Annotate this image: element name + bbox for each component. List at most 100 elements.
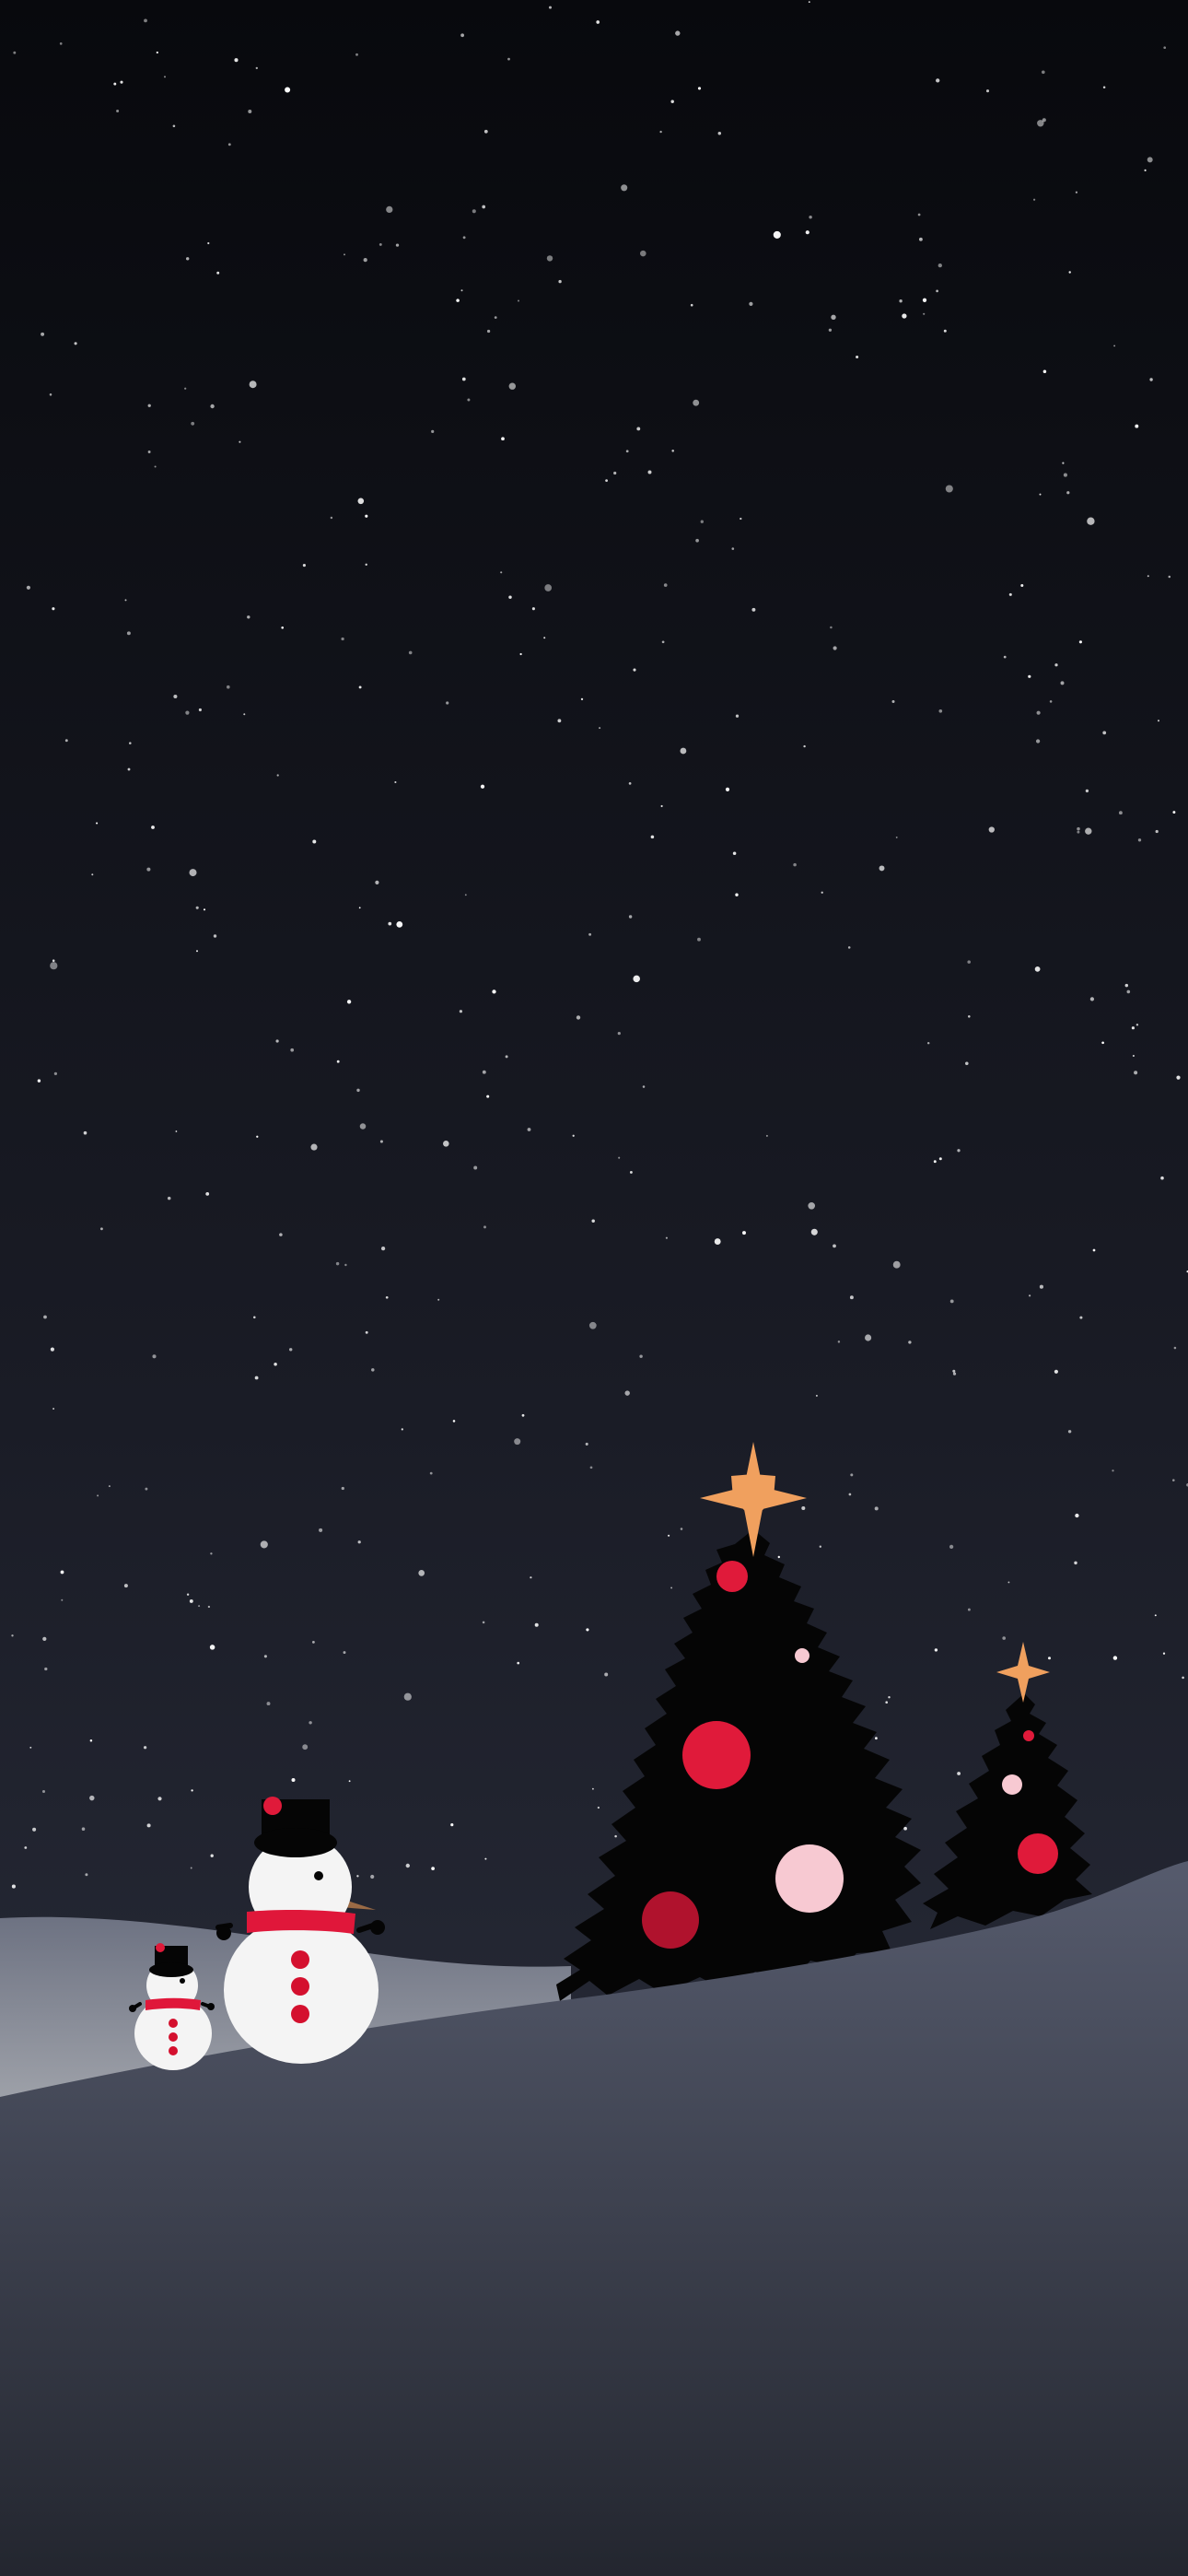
star-dot [546, 255, 553, 262]
star-dot [856, 355, 859, 359]
star-dot [661, 640, 665, 644]
star-dot [945, 485, 953, 493]
star-dot [1028, 1294, 1031, 1297]
star-dot [461, 377, 466, 381]
star-dot [356, 1875, 359, 1878]
star-dot [343, 1651, 346, 1655]
star-dot [279, 1233, 283, 1236]
star-dot [370, 1874, 375, 1879]
star-dot [1162, 1652, 1166, 1655]
star-dot [127, 767, 131, 771]
star-dot [146, 1823, 151, 1828]
star-dot [505, 1055, 508, 1059]
star-dot [163, 76, 167, 78]
star-dot [749, 301, 753, 307]
star-dot [517, 1661, 520, 1665]
star-dot [357, 1540, 361, 1544]
star-dot [1020, 583, 1024, 588]
star-dot [243, 713, 246, 716]
star-dot [379, 1140, 383, 1143]
star-dot [335, 1261, 340, 1266]
star-dot [226, 685, 230, 689]
star-dot [52, 959, 55, 962]
star-dot [1028, 674, 1031, 678]
star-dot [642, 1085, 646, 1088]
star-dot [186, 1593, 190, 1596]
star-dot [1124, 983, 1129, 988]
star-dot [309, 1721, 312, 1725]
star-dot [902, 313, 907, 319]
star-dot [957, 1772, 961, 1775]
star-dot [253, 1316, 256, 1319]
star-dot [1163, 46, 1167, 50]
star-dot [923, 312, 926, 315]
star-dot [599, 727, 601, 730]
ornament-icon [1018, 1833, 1058, 1874]
star-dot [828, 328, 833, 332]
star-dot [621, 184, 628, 192]
star-dot [291, 1778, 296, 1782]
star-dot [1035, 739, 1041, 744]
star-dot [213, 934, 217, 938]
star-dot [1079, 1316, 1083, 1319]
star-dot [874, 1506, 879, 1511]
star-dot [639, 1354, 643, 1358]
star-dot [492, 989, 496, 994]
star-dot [486, 329, 491, 334]
star-dot [1089, 997, 1095, 1001]
star-dot [24, 1846, 28, 1849]
star-dot [396, 921, 403, 928]
star-dot [452, 1420, 456, 1423]
star-dot [922, 298, 927, 302]
star-dot [714, 1238, 721, 1246]
star-dot [725, 787, 730, 791]
star-dot [1047, 1657, 1052, 1660]
star-dot [1060, 681, 1065, 685]
star-dot [120, 80, 123, 84]
star-dot [670, 1587, 673, 1589]
star-dot [363, 257, 367, 263]
star-dot [527, 1128, 531, 1131]
star-dot [650, 835, 655, 839]
star-dot [821, 891, 823, 894]
star-dot [61, 1598, 64, 1601]
star-dot [124, 599, 127, 602]
star-dot [346, 1000, 352, 1004]
star-dot [482, 1621, 485, 1624]
star-dot [358, 685, 362, 689]
star-dot [1003, 655, 1007, 659]
star-dot [203, 908, 206, 911]
star-dot [371, 1368, 375, 1372]
star-dot [147, 451, 151, 453]
star-dot [394, 780, 397, 784]
star-dot [519, 652, 522, 656]
snowman-button [291, 1977, 309, 1996]
star-dot [803, 744, 806, 748]
star-dot [1054, 663, 1058, 667]
star-dot [207, 241, 210, 245]
star-dot [196, 950, 198, 953]
star-dot [892, 1260, 901, 1269]
star-dot [891, 700, 895, 703]
scarf-icon [247, 1909, 355, 1934]
star-dot [1067, 1430, 1072, 1434]
star-dot [805, 230, 809, 235]
star-dot [234, 58, 239, 63]
star-dot [281, 626, 285, 629]
star-dot [44, 1667, 48, 1671]
star-dot [544, 584, 553, 591]
top-hat-icon [149, 1943, 193, 1977]
star-dot [732, 851, 737, 855]
star-dot [113, 82, 117, 86]
star-dot [1176, 1075, 1181, 1080]
star-dot [1154, 1614, 1157, 1617]
star-dot [660, 804, 663, 808]
star-dot [290, 1048, 295, 1052]
star-dot [1160, 1176, 1164, 1180]
star-dot [1147, 575, 1149, 578]
star-dot [597, 1806, 600, 1809]
star-dot [473, 1165, 478, 1170]
ornament-icon [1002, 1774, 1022, 1795]
star-dot [899, 299, 903, 303]
star-dot [285, 87, 291, 93]
